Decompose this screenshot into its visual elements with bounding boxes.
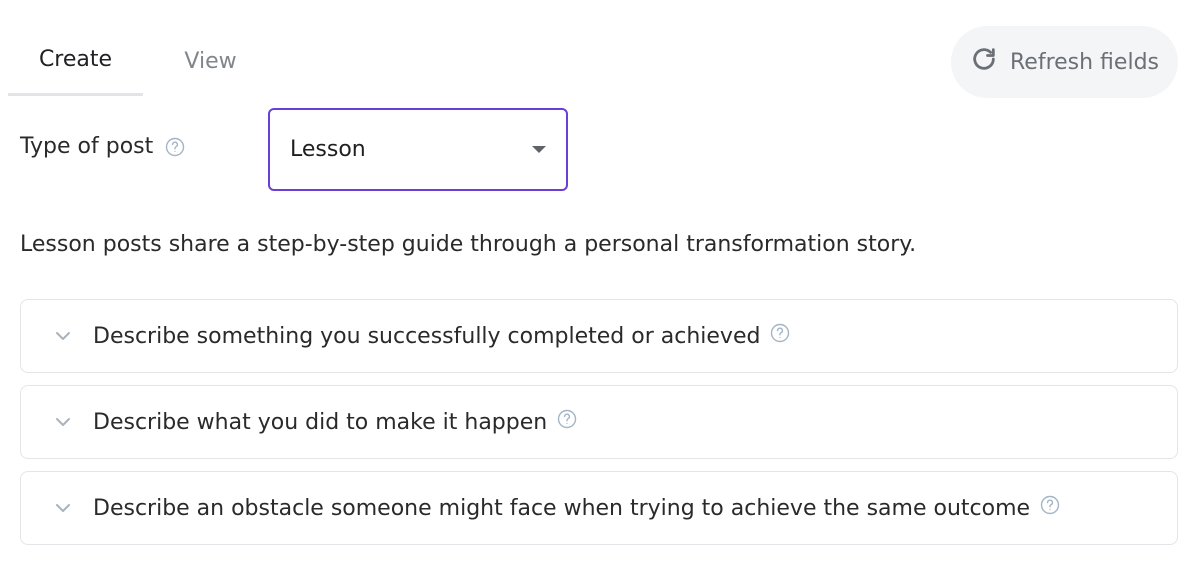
post-type-selected-value: Lesson	[290, 137, 366, 162]
refresh-fields-button[interactable]: Refresh fields	[951, 26, 1178, 98]
tab-bar: Create View	[8, 26, 278, 96]
chevron-down-icon	[56, 504, 70, 512]
section-title: Describe an obstacle someone might face …	[93, 495, 1031, 521]
section-actions[interactable]: Describe what you did to make it happen	[20, 385, 1178, 459]
question-circle-icon[interactable]	[557, 409, 577, 429]
section-title: Describe what you did to make it happen	[93, 409, 548, 435]
section-title: Describe something you successfully comp…	[93, 323, 761, 349]
section-obstacle[interactable]: Describe an obstacle someone might face …	[20, 471, 1178, 545]
refresh-fields-label: Refresh fields	[1009, 49, 1159, 75]
post-editor: Create View Refresh fields Type of post …	[0, 0, 1203, 561]
type-of-post-label-group: Type of post	[20, 134, 185, 159]
question-circle-icon[interactable]	[770, 323, 790, 343]
chevron-down-icon	[56, 418, 70, 426]
caret-down-icon	[532, 146, 546, 153]
tab-create[interactable]: Create	[8, 26, 143, 96]
post-type-description: Lesson posts share a step-by-step guide …	[20, 232, 917, 257]
refresh-icon	[970, 45, 998, 79]
section-accomplishment[interactable]: Describe something you successfully comp…	[20, 299, 1178, 373]
question-circle-icon[interactable]	[1040, 495, 1060, 515]
tab-view[interactable]: View	[143, 26, 278, 96]
question-circle-icon[interactable]	[165, 137, 185, 157]
post-type-select[interactable]: Lesson	[268, 108, 568, 191]
chevron-down-icon	[56, 332, 70, 340]
type-of-post-label: Type of post	[20, 134, 154, 159]
